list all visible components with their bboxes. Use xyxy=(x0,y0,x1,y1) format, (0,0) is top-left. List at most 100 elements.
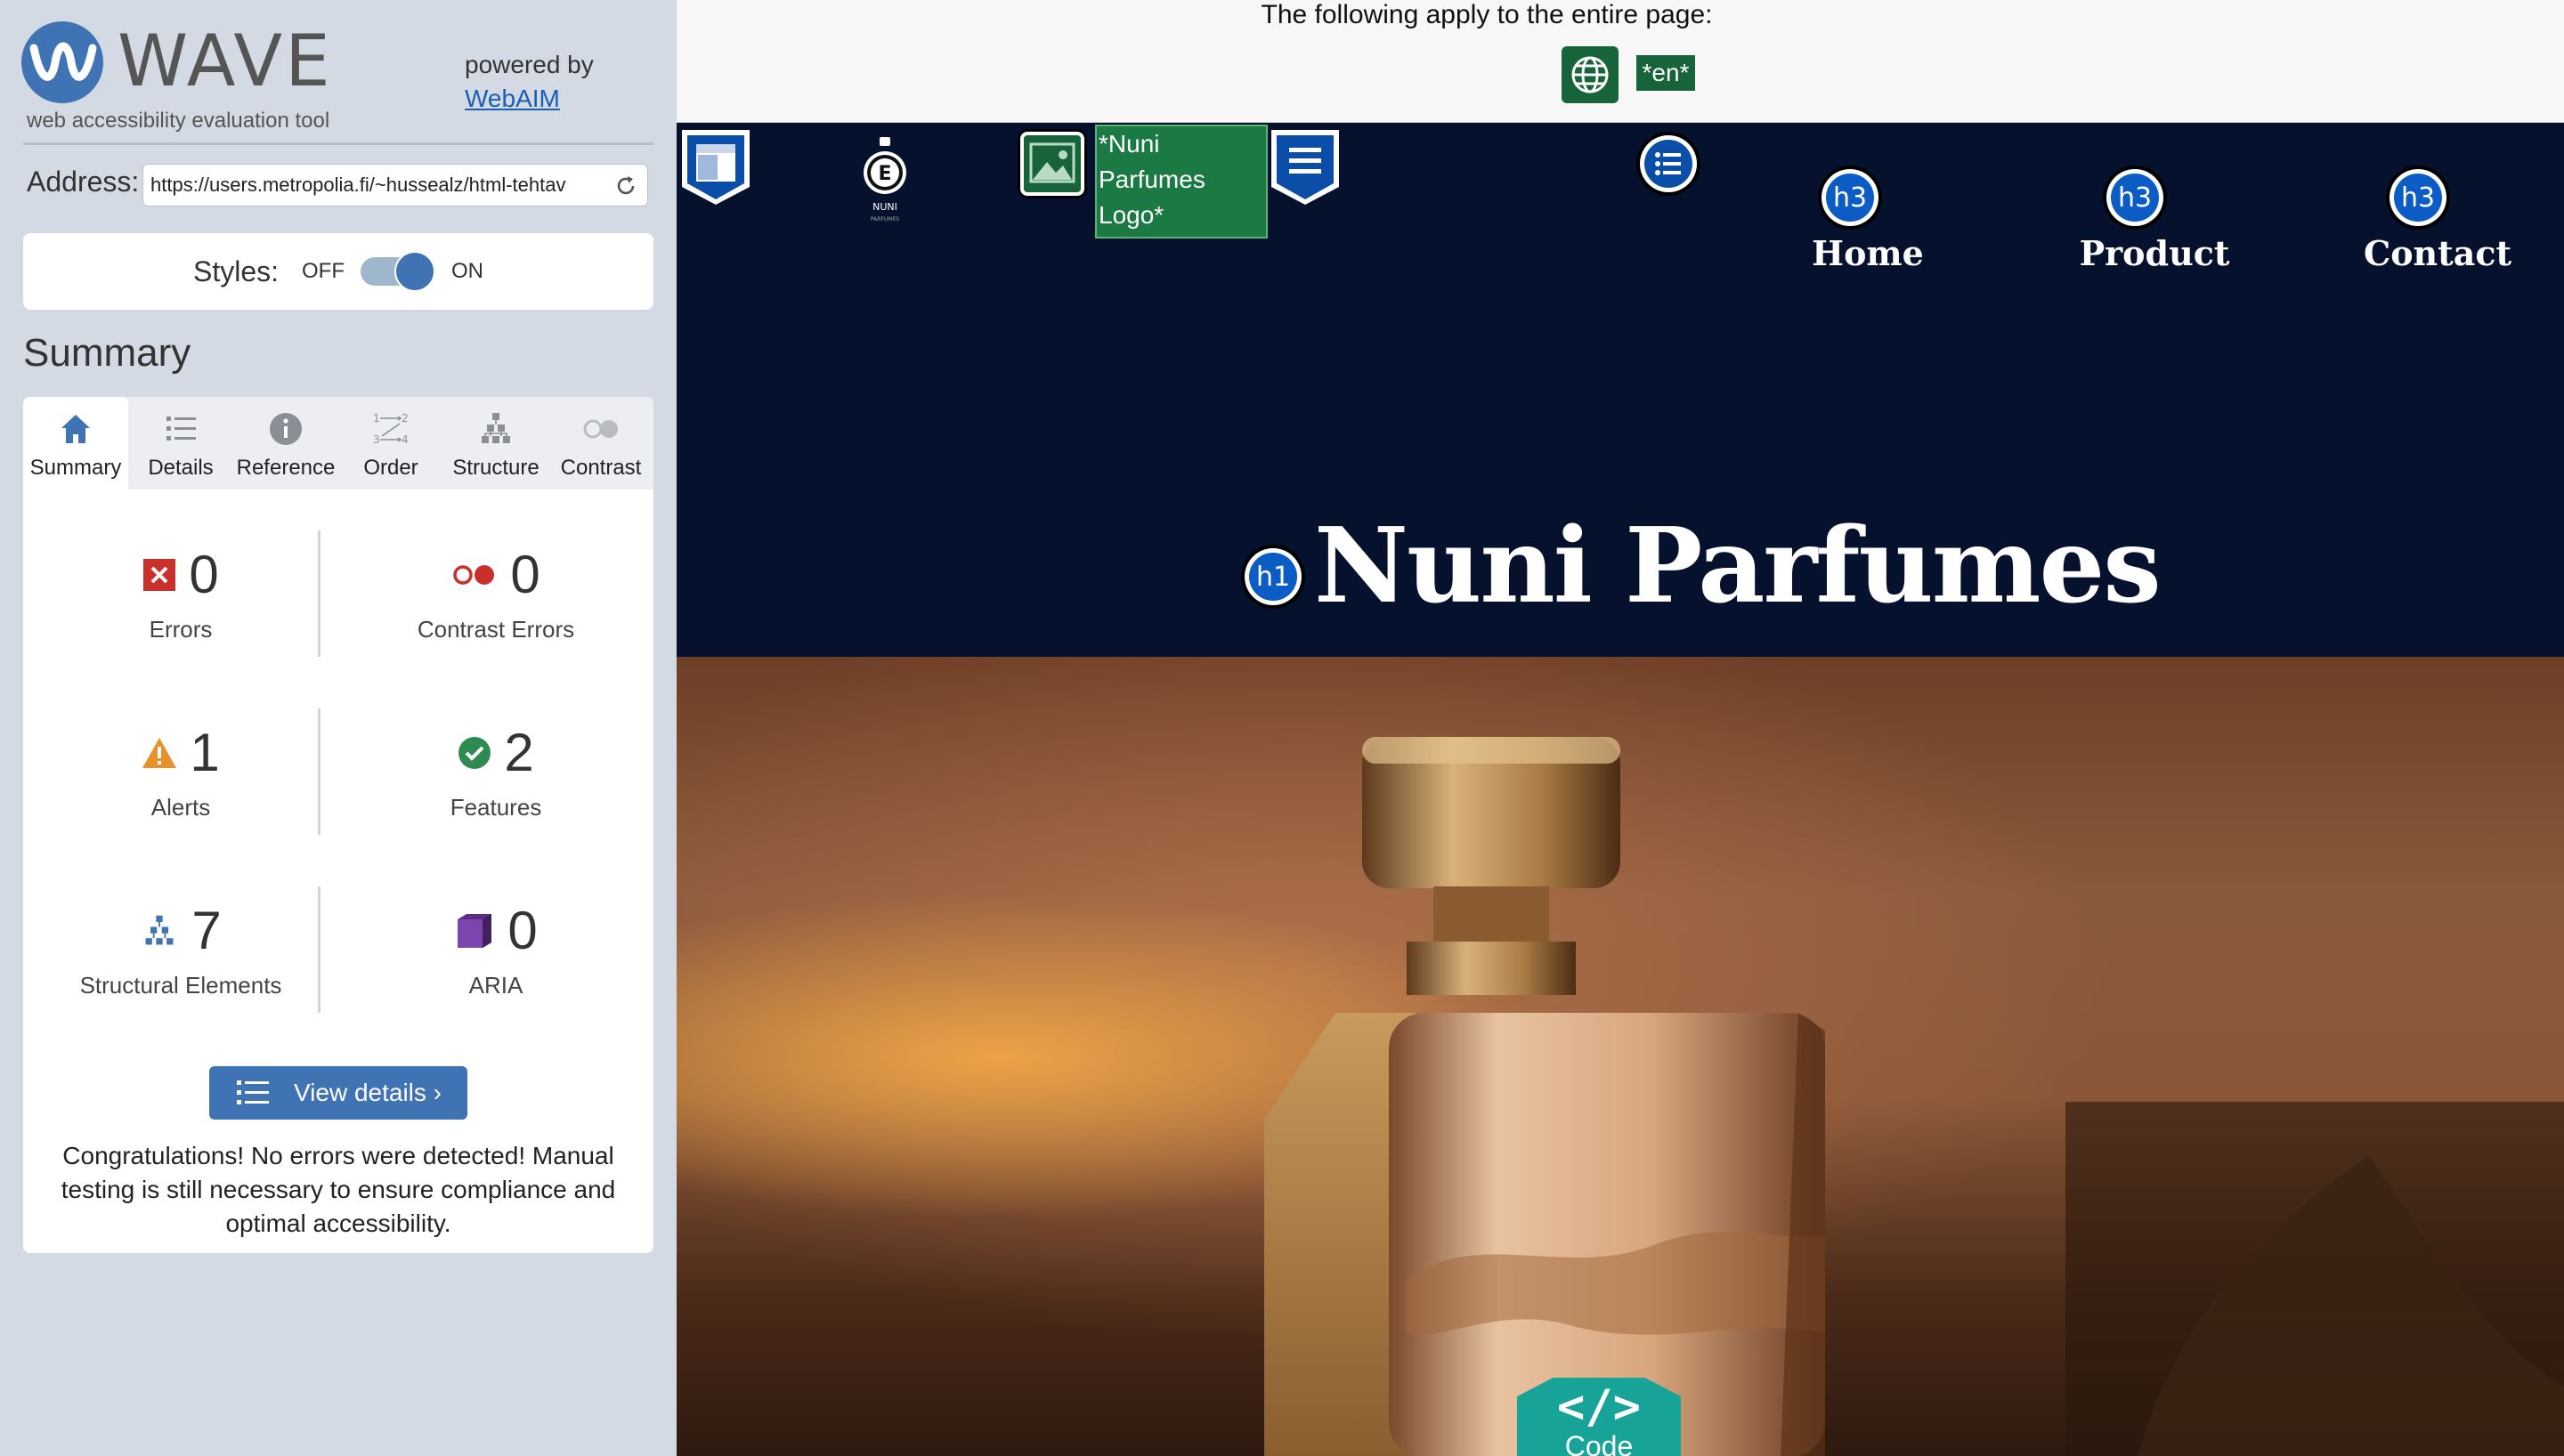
powered-by-text: powered by xyxy=(465,51,594,78)
tab-order[interactable]: 1 2 3 4 Order xyxy=(338,397,443,489)
address-label: Address: xyxy=(27,166,140,198)
h3-heading-icon[interactable]: h3 xyxy=(2384,164,2452,231)
tab-label: Reference xyxy=(236,456,336,480)
stat-features[interactable]: 2 Features xyxy=(338,684,653,861)
structure-icon xyxy=(482,413,510,443)
tab-details[interactable]: Details xyxy=(128,397,233,489)
code-label: Code xyxy=(1564,1430,1634,1456)
svg-text:h3: h3 xyxy=(2118,182,2152,214)
summary-heading: Summary xyxy=(23,331,191,375)
tab-label: Order xyxy=(363,456,418,480)
tab-contrast[interactable]: Contrast xyxy=(548,397,653,489)
hero-image xyxy=(677,657,2564,1456)
info-icon xyxy=(270,413,302,445)
banner-text: The following apply to the entire page: xyxy=(1261,0,1713,29)
h3-heading-icon[interactable]: h3 xyxy=(2101,164,2169,231)
summary-stats: 0 Errors 0 Contrast Errors 1 Alerts 2 Fe… xyxy=(23,489,653,1032)
svg-text:4: 4 xyxy=(402,433,409,446)
wave-tagline: web accessibility evaluation tool xyxy=(27,109,330,133)
contrast-error-icon xyxy=(453,564,495,585)
styles-label: Styles: xyxy=(192,255,280,287)
alerts-count: 1 xyxy=(190,722,220,782)
language-globe-icon[interactable] xyxy=(1562,46,1619,103)
tab-label: Contrast xyxy=(560,456,642,480)
code-icon: </> xyxy=(1557,1380,1641,1434)
svg-text:h3: h3 xyxy=(2401,182,2435,214)
perfume-bottle-image xyxy=(1264,737,2564,1456)
logo-alt-text: *Nuni Parfumes Logo* xyxy=(1095,125,1268,239)
tab-label: Structure xyxy=(452,456,540,480)
alert-icon xyxy=(142,737,177,768)
svg-text:1: 1 xyxy=(373,412,380,425)
header-landmark-icon[interactable] xyxy=(680,128,751,206)
aria-cube-icon xyxy=(458,913,492,948)
h1-heading-icon[interactable]: h1 xyxy=(1239,543,1307,611)
stat-aria[interactable]: 0 ARIA xyxy=(338,861,653,1039)
stat-alerts[interactable]: 1 Alerts xyxy=(23,684,338,861)
alerts-label: Alerts xyxy=(150,793,211,821)
features-label: Features xyxy=(450,793,542,821)
structure-element-icon xyxy=(145,915,174,944)
unordered-list-icon[interactable] xyxy=(1635,130,1702,198)
errors-count: 0 xyxy=(189,544,219,604)
structural-count: 7 xyxy=(191,900,222,960)
svg-text:2: 2 xyxy=(402,412,409,425)
webaim-link[interactable]: WebAIM xyxy=(465,85,560,112)
page-title: Nuni Parfumes xyxy=(1314,506,2162,627)
tab-label: Details xyxy=(148,456,214,480)
order-icon: 1 2 3 4 xyxy=(373,412,409,446)
address-value[interactable]: https://users.metropolia.fi/~hussealz/ht… xyxy=(150,174,604,197)
aria-label: ARIA xyxy=(468,971,523,999)
tab-reference[interactable]: Reference xyxy=(233,397,338,489)
code-toggle-button[interactable]: </> Code xyxy=(1517,1378,1681,1456)
error-icon xyxy=(143,558,176,591)
panel-tabs: Summary Details Reference 1 2 3 4 Order Str… xyxy=(23,397,653,489)
aria-count: 0 xyxy=(507,900,538,960)
tab-label: Summary xyxy=(29,456,122,480)
tab-structure[interactable]: Structure xyxy=(443,397,548,489)
image-alt-icon[interactable] xyxy=(1020,132,1084,196)
nav-link-contact[interactable]: Contact xyxy=(2340,233,2536,273)
reload-icon[interactable] xyxy=(613,174,638,198)
wave-logo-icon xyxy=(21,21,103,103)
stat-structural[interactable]: 7 Structural Elements xyxy=(23,861,338,1039)
svg-text:E: E xyxy=(878,163,891,185)
summary-panel: Summary Details Reference 1 2 3 4 Order Str… xyxy=(23,397,653,1253)
stat-contrast-errors[interactable]: 0 Contrast Errors xyxy=(338,506,653,684)
stat-errors[interactable]: 0 Errors xyxy=(23,506,338,684)
view-details-label: View details › xyxy=(293,1079,442,1106)
styles-toggle-card: Styles: OFF ON xyxy=(23,233,653,310)
styles-off-label: OFF xyxy=(302,259,345,283)
svg-text:h3: h3 xyxy=(1833,182,1867,214)
tab-summary[interactable]: Summary xyxy=(23,397,128,489)
nuni-parfumes-logo: E NUNI PARFUMES xyxy=(864,137,906,222)
contrast-errors-count: 0 xyxy=(510,544,540,604)
language-badge[interactable]: *en* xyxy=(1636,55,1695,91)
brand-sub-text: PARFUMES xyxy=(871,216,899,222)
divider xyxy=(23,142,653,145)
page-level-banner: The following apply to the entire page: … xyxy=(677,0,2564,123)
contrast-icon xyxy=(583,419,618,439)
view-details-button[interactable]: View details › xyxy=(209,1066,467,1120)
styles-on-label: ON xyxy=(451,259,484,283)
wave-sidebar: WAVE web accessibility evaluation tool p… xyxy=(0,0,677,1456)
features-count: 2 xyxy=(504,722,534,782)
nav-link-product[interactable]: Product xyxy=(2057,233,2252,273)
list-icon xyxy=(166,417,196,441)
powered-by: powered by WebAIM xyxy=(465,48,594,116)
brand-small-text: NUNI xyxy=(872,201,897,213)
nav-link-home[interactable]: Home xyxy=(1770,233,1966,273)
navigation-landmark-icon[interactable] xyxy=(1270,128,1341,206)
congratulations-message: Congratulations! No errors were detected… xyxy=(61,1142,616,1237)
toggle-knob[interactable] xyxy=(394,251,436,292)
home-icon xyxy=(61,415,90,443)
structural-label: Structural Elements xyxy=(79,971,282,999)
h3-heading-icon[interactable]: h3 xyxy=(1816,164,1884,231)
address-input[interactable]: https://users.metropolia.fi/~hussealz/ht… xyxy=(142,164,648,206)
styles-toggle[interactable] xyxy=(361,251,436,292)
wave-logo-text: WAVE xyxy=(118,20,333,102)
svg-text:3: 3 xyxy=(373,433,380,446)
contrast-errors-label: Contrast Errors xyxy=(417,615,575,643)
feature-check-icon xyxy=(458,736,491,769)
evaluated-page: The following apply to the entire page: … xyxy=(677,0,2564,1456)
